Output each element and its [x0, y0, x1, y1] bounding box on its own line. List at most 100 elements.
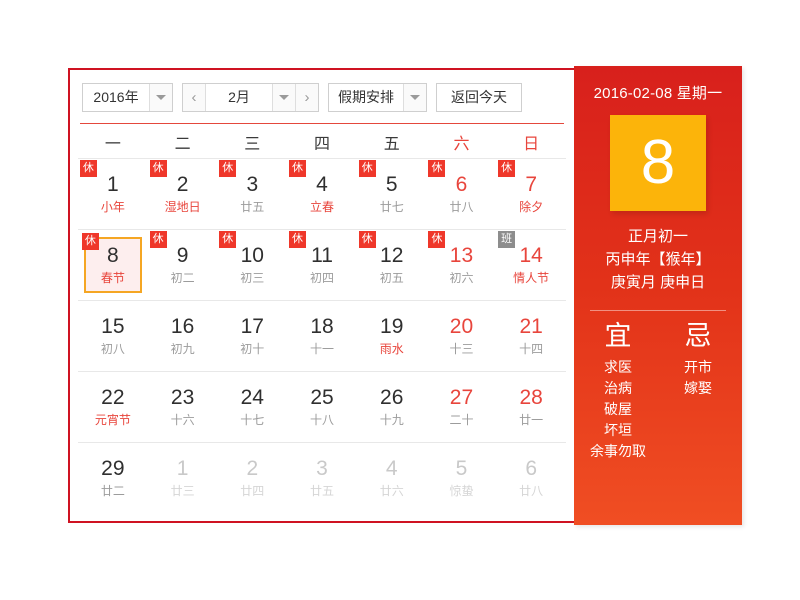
weekday-label-3: 四 [314, 135, 331, 153]
next-month-button[interactable]: › [295, 83, 318, 111]
day-lunar-label: 情人节 [513, 270, 550, 285]
day-lunar-label: 初十 [240, 341, 265, 356]
day-cell[interactable]: 休 13 初六 [427, 230, 497, 300]
day-cell[interactable]: 休 5 廿七 [357, 159, 427, 229]
day-cell[interactable]: 休 7 除夕 [496, 159, 566, 229]
day-lunar-label: 小年 [100, 199, 125, 214]
day-lunar-label: 初三 [240, 270, 265, 285]
day-cell[interactable]: 休 3 廿五 [217, 159, 287, 229]
day-cell-inner: 16 初九 [154, 308, 212, 364]
ji-item: 嫁娶 [684, 380, 712, 396]
panel-divider [590, 310, 726, 311]
day-cell-inner: 17 初十 [223, 308, 281, 364]
day-number: 22 [101, 385, 125, 409]
day-cell[interactable]: 3 廿五 [287, 443, 357, 513]
lunar-info-block: 正月初一 丙申年【猴年】 庚寅月 庚申日 [605, 225, 710, 294]
day-cell[interactable]: 休 2 湿地日 [148, 159, 218, 229]
day-cell[interactable]: 29 廿二 [78, 443, 148, 513]
day-cell[interactable]: 6 廿八 [496, 443, 566, 513]
day-cell[interactable]: 休 9 初二 [148, 230, 218, 300]
week-row: 休 1 小年休 2 湿地日休 3 廿五 休 4 立春 休 5 廿七休 6 廿八休 7 除夕 [78, 159, 566, 230]
yi-item: 余事勿取 [590, 443, 646, 459]
day-number: 25 [310, 385, 334, 409]
day-lunar-label: 二十 [449, 412, 474, 427]
day-cell[interactable]: 休 6 廿八 [427, 159, 497, 229]
year-select-value: 2016年 [93, 89, 139, 105]
day-cell[interactable]: 休 11 初四 [287, 230, 357, 300]
prev-month-button[interactable]: ‹ [183, 83, 206, 111]
day-lunar-label: 初八 [100, 341, 125, 356]
day-cell[interactable]: 休 10 初三 [217, 230, 287, 300]
day-cell-inner: 26 十九 [363, 379, 421, 435]
day-number: 23 [170, 385, 195, 409]
day-cell-inner: 27 二十 [432, 379, 490, 435]
day-lunar-label: 立春 [310, 199, 335, 214]
day-number: 17 [240, 314, 264, 338]
day-cell-inner: 24 十七 [223, 379, 281, 435]
day-cell[interactable]: 24 十七 [217, 372, 287, 442]
day-cell[interactable]: 15 初八 [78, 301, 148, 371]
day-cell[interactable]: 1 廿三 [148, 443, 218, 513]
year-select[interactable]: 2016年 [82, 82, 173, 112]
day-lunar-label: 初四 [310, 270, 335, 285]
holiday-select[interactable]: 假期安排 [328, 82, 427, 112]
day-number: 28 [519, 385, 543, 409]
calendar-grid: 休 1 小年休 2 湿地日休 3 廿五休 4 立春休 5 廿七休 6 廿八休 7 除夕休 8 春节休 9 初二休 10… [70, 159, 574, 521]
day-cell[interactable]: 25 十八 [287, 372, 357, 442]
day-cell[interactable]: 22 元宵节 [78, 372, 148, 442]
day-lunar-label: 十六 [170, 412, 195, 427]
day-number: 4 [316, 172, 328, 196]
restday-badge: 休 [498, 160, 516, 177]
day-cell[interactable]: 休 8 春节 [78, 230, 148, 300]
day-lunar-label: 十八 [310, 412, 335, 427]
day-number: 2 [246, 456, 259, 480]
day-cell[interactable]: 19 雨水 [357, 301, 427, 371]
day-cell[interactable]: 2 廿四 [217, 443, 287, 513]
day-cell[interactable]: 4 廿六 [357, 443, 427, 513]
day-cell[interactable]: 休 1 小年 [78, 159, 148, 229]
day-number: 1 [176, 456, 189, 480]
day-cell-inner: 15 初八 [84, 308, 142, 364]
day-number: 2 [176, 172, 189, 196]
day-lunar-label: 初九 [170, 341, 195, 356]
day-cell-inner: 休 9 初二 [149, 231, 212, 293]
day-lunar-label: 春节 [100, 270, 125, 285]
day-number: 3 [246, 172, 259, 196]
day-cell[interactable]: 27 二十 [427, 372, 497, 442]
back-to-today-button[interactable]: 返回今天 [436, 82, 522, 112]
chevron-down-icon[interactable] [149, 83, 172, 111]
day-number: 19 [380, 314, 404, 338]
day-cell[interactable]: 休 12 初五 [357, 230, 427, 300]
day-number: 8 [107, 243, 119, 267]
day-cell[interactable]: 16 初九 [148, 301, 218, 371]
month-select-group[interactable]: ‹ 2月 › [182, 82, 319, 112]
day-cell-inner: 休 3 廿五 [219, 160, 281, 222]
day-lunar-label: 十七 [240, 412, 265, 427]
chevron-down-icon[interactable] [272, 83, 295, 111]
holiday-select-value: 假期安排 [338, 89, 394, 105]
day-cell[interactable]: 20 十三 [427, 301, 497, 371]
day-lunar-label: 元宵节 [94, 412, 131, 427]
day-cell[interactable]: 23 十六 [148, 372, 218, 442]
day-cell[interactable]: 28 廿一 [496, 372, 566, 442]
day-cell[interactable]: 26 十九 [357, 372, 427, 442]
yi-column: 宜 求医 治病 破屋 坏垣 余事勿取 [585, 319, 651, 462]
restday-badge: 休 [219, 231, 237, 248]
chevron-down-icon[interactable] [403, 83, 426, 111]
day-cell[interactable]: 17 初十 [217, 301, 287, 371]
weekday-label-5: 六 [453, 135, 470, 153]
day-cell-inner: 2 廿四 [223, 450, 281, 506]
day-cell[interactable]: 18 十一 [287, 301, 357, 371]
day-cell[interactable]: 5 惊蛰 [427, 443, 497, 513]
day-cell[interactable]: 21 十四 [496, 301, 566, 371]
week-row: 29 廿二 1 廿三 2 廿四 3 廿五 4 廿六 5 惊蛰 6 廿八 [78, 443, 566, 513]
restday-badge: 休 [79, 160, 97, 177]
day-number: 5 [385, 172, 398, 196]
day-cell[interactable]: 休 4 立春 [287, 159, 357, 229]
day-number: 18 [310, 314, 334, 338]
day-cell[interactable]: 班 14 情人节 [496, 230, 566, 300]
ji-item-list: 开市 嫁娶 [665, 357, 731, 399]
week-row: 15 初八 16 初九 17 初十 18 十一 19 雨水 20 十三 21 十四 [78, 301, 566, 372]
day-number: 13 [449, 243, 474, 267]
day-cell-inner: 休 6 廿八 [428, 160, 490, 222]
